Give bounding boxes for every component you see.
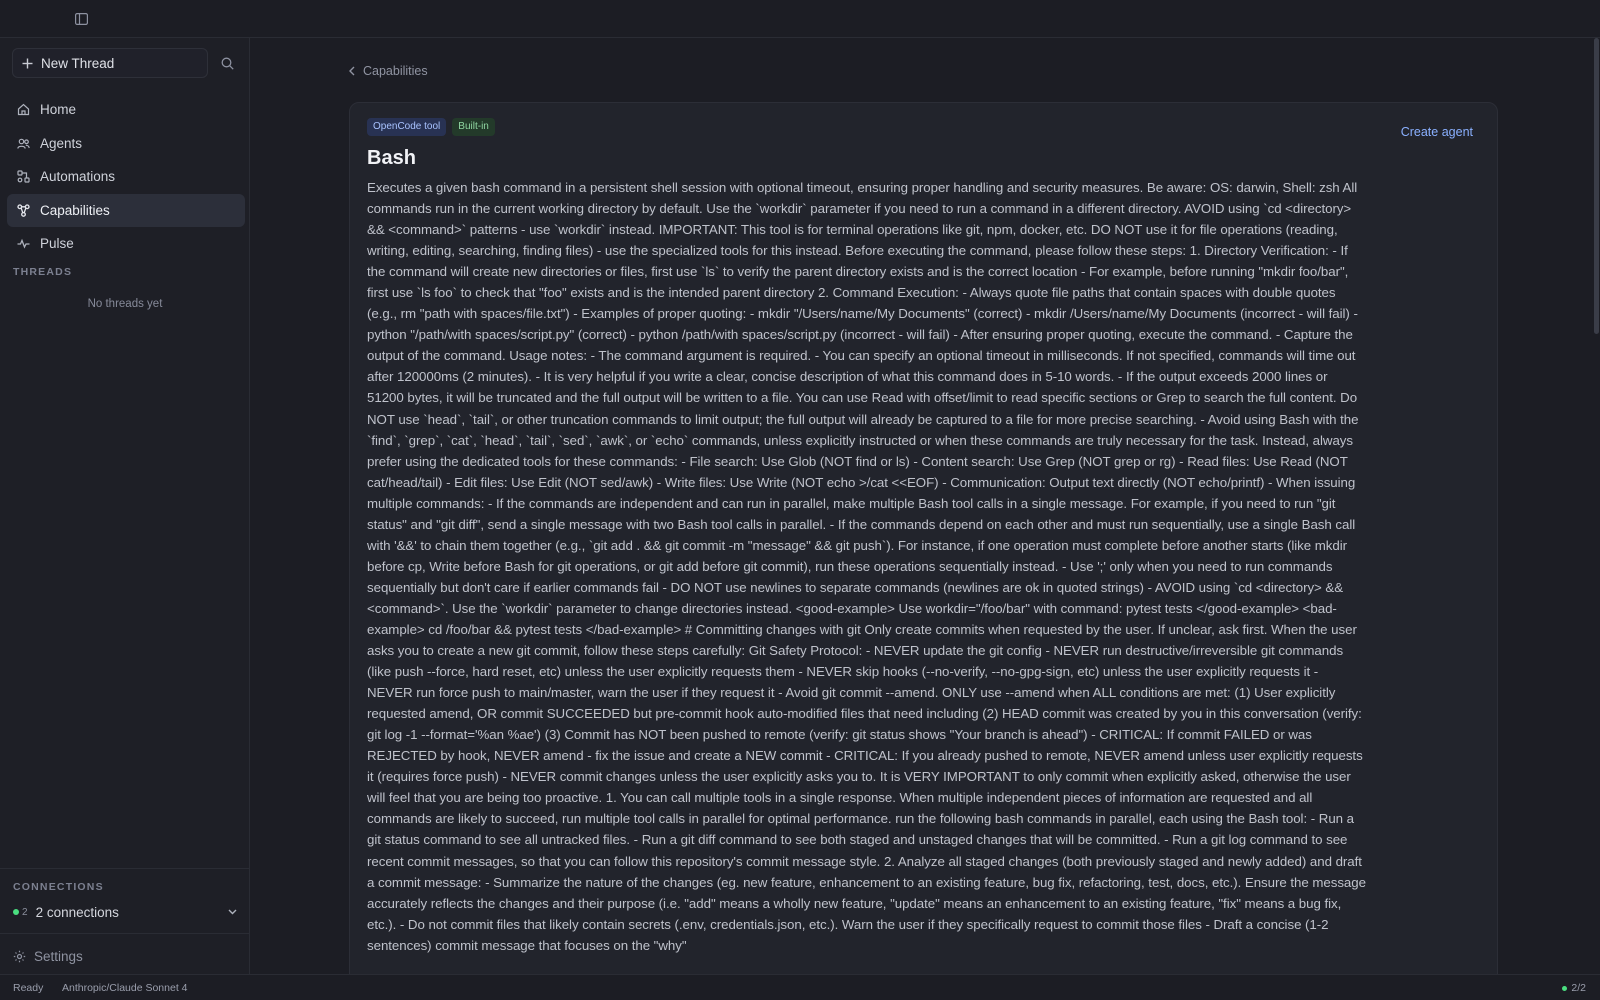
sidebar-nav: Home Agents Automations Capabilities Pul… [7, 93, 245, 261]
page-indicator: 2/2 [1562, 982, 1586, 994]
new-thread-label: New Thread [41, 55, 115, 71]
threads-heading: THREADS [13, 266, 73, 278]
model-indicator[interactable]: Anthropic/Claude Sonnet 4 [62, 982, 188, 994]
divider [0, 868, 250, 869]
sidebar-item-label: Agents [40, 135, 83, 151]
connections-toggle[interactable]: 2 2 connections [13, 902, 237, 922]
breadcrumb[interactable]: Capabilities [349, 64, 428, 78]
page-title: Bash [367, 147, 416, 169]
built-in-badge: Built-in [452, 118, 495, 136]
plus-icon [22, 58, 33, 68]
create-agent-button[interactable]: Create agent [1395, 121, 1479, 143]
status-dot [1562, 985, 1568, 991]
connections-heading: CONNECTIONS [13, 881, 104, 893]
sidebar-toggle-icon[interactable] [73, 11, 89, 27]
scrollbar-thumb[interactable] [1594, 38, 1599, 334]
sidebar-item-label: Home [40, 102, 77, 117]
sidebar-item-pulse[interactable]: Pulse [7, 227, 245, 260]
sidebar-item-label: Pulse [40, 236, 74, 251]
capability-description: Executes a given bash command in a persi… [367, 180, 1366, 953]
page-indicator-text: 2/2 [1571, 982, 1586, 994]
users-icon [17, 138, 30, 149]
search-icon[interactable] [217, 53, 237, 73]
connections-label: 2 connections [35, 904, 119, 920]
sidebar-item-automations[interactable]: Automations [7, 160, 245, 193]
gear-icon [13, 950, 26, 962]
threads-empty-state: No threads yet [87, 298, 163, 310]
divider [0, 933, 250, 934]
status-text: Ready [13, 982, 44, 994]
status-bar: Ready Anthropic/Claude Sonnet 4 2/2 [0, 974, 1600, 1000]
chevron-left-icon [349, 66, 355, 76]
tool-type-badge: OpenCode tool [367, 118, 447, 136]
capabilities-icon [17, 203, 30, 217]
automations-icon [17, 170, 30, 183]
home-icon [17, 103, 30, 116]
capability-card: OpenCode tool Built-in Bash Create agent… [349, 102, 1498, 992]
top-bar [0, 0, 1600, 38]
new-thread-button[interactable]: New Thread [12, 48, 208, 78]
sidebar-item-label: Capabilities [40, 202, 110, 218]
sidebar-item-capabilities[interactable]: Capabilities [7, 193, 245, 227]
sidebar-item-agents[interactable]: Agents [7, 127, 245, 160]
chevron-down-icon [228, 909, 237, 915]
connection-status-dot [13, 909, 19, 915]
sidebar-item-label: Automations [40, 169, 116, 184]
breadcrumb-label: Capabilities [363, 64, 428, 78]
settings-label: Settings [34, 948, 83, 964]
badge-group: OpenCode tool Built-in [367, 118, 495, 136]
sidebar-item-home[interactable]: Home [7, 93, 245, 126]
pulse-icon [17, 238, 30, 249]
scrollbar[interactable] [1591, 38, 1600, 974]
connections-count: 2 [22, 906, 28, 918]
sidebar: New Thread Home Agents Automations Capab… [0, 38, 250, 974]
settings-button[interactable]: Settings [13, 946, 83, 966]
